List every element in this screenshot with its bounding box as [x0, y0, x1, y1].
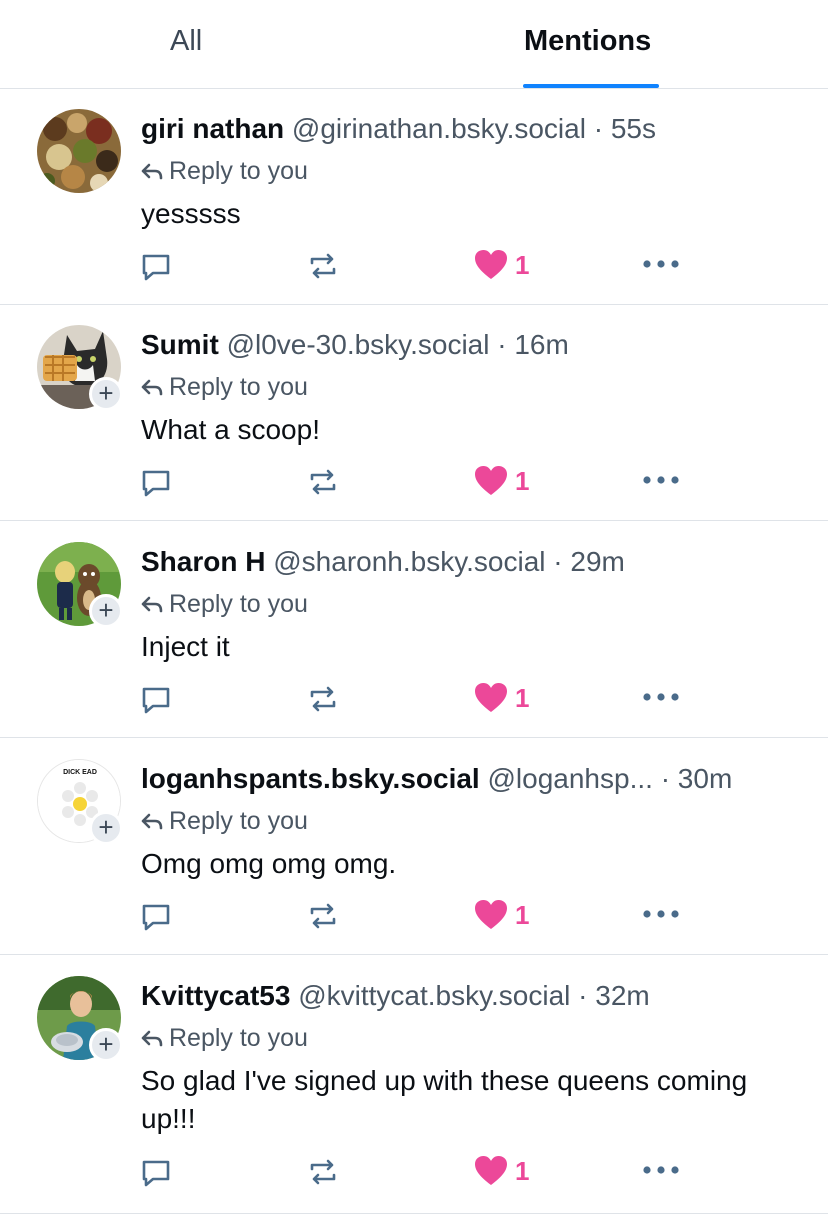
more-options-icon[interactable]: [642, 475, 680, 485]
post-header: loganhspants.bsky.social @loganhsp... · …: [141, 763, 732, 795]
avatar-container: +: [37, 325, 123, 411]
repost-icon[interactable]: [306, 899, 340, 933]
reply-arrow-icon: [141, 1030, 163, 1048]
avatar-wordmark: DICK EAD: [63, 769, 97, 776]
post-text: yesssss: [141, 198, 241, 229]
display-name[interactable]: Kvittycat53: [141, 980, 290, 1011]
comment-icon[interactable]: [140, 251, 172, 283]
separator-dot: ·: [578, 980, 588, 1011]
more-options-icon[interactable]: [642, 909, 680, 919]
reply-context: Reply to you: [141, 807, 308, 836]
user-handle[interactable]: @l0ve-30.bsky.social: [227, 329, 490, 360]
reply-arrow-icon: [141, 596, 163, 614]
repost-icon[interactable]: [306, 249, 340, 283]
like-count: 1: [515, 250, 530, 280]
reply-arrow-icon: [141, 813, 163, 831]
user-handle[interactable]: @kvittycat.bsky.social: [298, 980, 570, 1011]
reply-context: Reply to you: [141, 157, 308, 186]
post-text: Inject it: [141, 631, 230, 662]
post-text: What a scoop!: [141, 414, 320, 445]
post-header: Sharon H @sharonh.bsky.social · 29m: [141, 546, 625, 578]
display-name[interactable]: loganhspants.bsky.social: [141, 763, 480, 794]
display-name[interactable]: Sumit: [141, 329, 219, 360]
comment-icon[interactable]: [140, 684, 172, 716]
post-header: Sumit @l0ve-30.bsky.social · 16m: [141, 329, 569, 361]
post-timestamp[interactable]: 30m: [678, 763, 732, 794]
like-count: 1: [515, 1156, 530, 1186]
reply-label: Reply to you: [169, 590, 308, 618]
display-name[interactable]: giri nathan: [141, 113, 284, 144]
like-count: 1: [515, 683, 530, 713]
follow-plus-icon[interactable]: +: [89, 1028, 123, 1062]
follow-plus-icon[interactable]: +: [89, 377, 123, 411]
separator-dot: ·: [497, 329, 507, 360]
avatar-container: +: [37, 976, 123, 1062]
avatar-container: DICK EAD +: [37, 759, 123, 845]
user-handle[interactable]: @loganhsp...: [487, 763, 652, 795]
mention-post[interactable]: + Kvittycat53 @kvittycat.bsky.social · 3…: [0, 956, 828, 1214]
comment-icon[interactable]: [140, 901, 172, 933]
avatar-container: [37, 109, 121, 193]
mention-post[interactable]: giri nathan @girinathan.bsky.social · 55…: [0, 89, 828, 305]
reply-context: Reply to you: [141, 590, 308, 619]
separator-dot: ·: [553, 546, 563, 577]
post-header: giri nathan @girinathan.bsky.social · 55…: [141, 113, 656, 145]
like-count: 1: [515, 466, 530, 496]
reply-label: Reply to you: [169, 373, 308, 401]
reply-context: Reply to you: [141, 1024, 308, 1053]
reply-arrow-icon: [141, 163, 163, 181]
separator-dot: ·: [660, 763, 671, 794]
like-heart-icon[interactable]: [474, 465, 508, 497]
tab-all[interactable]: All: [170, 25, 202, 58]
follow-plus-icon[interactable]: +: [89, 594, 123, 628]
reply-label: Reply to you: [169, 157, 308, 185]
user-handle[interactable]: @sharonh.bsky.social: [273, 546, 545, 577]
post-timestamp[interactable]: 55s: [611, 113, 656, 144]
reply-label: Reply to you: [169, 807, 308, 835]
like-heart-icon[interactable]: [474, 899, 508, 931]
comment-icon[interactable]: [140, 467, 172, 499]
more-options-icon[interactable]: [642, 1165, 680, 1175]
mention-post[interactable]: + Sumit @l0ve-30.bsky.social · 16m Reply…: [0, 305, 828, 521]
like-heart-icon[interactable]: [474, 682, 508, 714]
more-options-icon[interactable]: [642, 259, 680, 269]
repost-icon[interactable]: [306, 465, 340, 499]
avatar-container: +: [37, 542, 123, 628]
food-photo-avatar[interactable]: [37, 109, 121, 193]
mention-post[interactable]: + Sharon H @sharonh.bsky.social · 29m Re…: [0, 522, 828, 738]
post-header: Kvittycat53 @kvittycat.bsky.social · 32m: [141, 980, 650, 1012]
repost-icon[interactable]: [306, 1155, 340, 1189]
reply-context: Reply to you: [141, 373, 308, 402]
comment-icon[interactable]: [140, 1157, 172, 1189]
post-timestamp[interactable]: 16m: [514, 329, 568, 360]
active-tab-indicator: [523, 84, 659, 88]
repost-icon[interactable]: [306, 682, 340, 716]
post-timestamp[interactable]: 32m: [595, 980, 649, 1011]
user-handle[interactable]: @girinathan.bsky.social: [292, 113, 586, 144]
post-text: So glad I've signed up with these queens…: [141, 1065, 748, 1134]
like-heart-icon[interactable]: [474, 1155, 508, 1187]
tab-mentions[interactable]: Mentions: [524, 25, 651, 58]
mention-post[interactable]: DICK EAD + loganhspants.bsky.social @log…: [0, 739, 828, 955]
follow-plus-icon[interactable]: +: [89, 811, 123, 845]
like-heart-icon[interactable]: [474, 249, 508, 281]
reply-label: Reply to you: [169, 1024, 308, 1052]
post-timestamp[interactable]: 29m: [570, 546, 624, 577]
more-options-icon[interactable]: [642, 692, 680, 702]
reply-arrow-icon: [141, 379, 163, 397]
like-count: 1: [515, 900, 530, 930]
separator-dot: ·: [593, 113, 604, 144]
post-text: Omg omg omg omg.: [141, 848, 397, 879]
display-name[interactable]: Sharon H: [141, 546, 265, 577]
notification-tabs: All Mentions: [0, 0, 828, 89]
